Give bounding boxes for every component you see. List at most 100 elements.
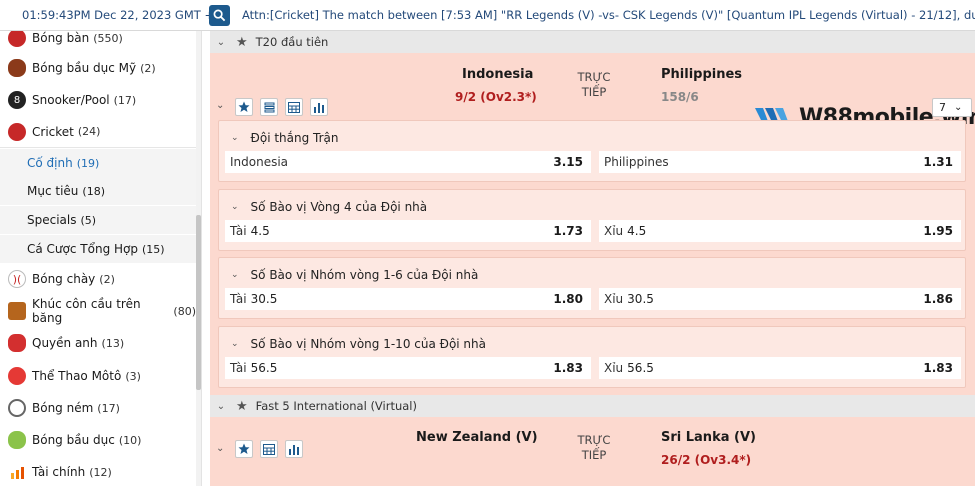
sidebar-subitem-target[interactable]: Mục tiêu (18): [0, 177, 196, 205]
sidebar-item-boxing[interactable]: Quyền anh (13): [0, 327, 196, 359]
sidebar-item-american-football[interactable]: Bóng bầu dục Mỹ (2): [0, 52, 196, 84]
odds-cell-right[interactable]: Xỉu 30.5 1.86: [599, 288, 961, 310]
odds-cell-left[interactable]: Tài 56.5 1.83: [225, 357, 591, 379]
search-icon: [213, 9, 226, 21]
odds-label: Tài: [230, 224, 247, 238]
away-team: Philippines: [661, 67, 743, 82]
sidebar-item-baseball[interactable]: )( Bóng chày (2): [0, 263, 196, 295]
finance-icon: [8, 463, 26, 481]
market-title-text: Số Bào vị Vòng 4 của Đội nhà: [250, 200, 428, 214]
chevron-down-icon[interactable]: ⌄: [210, 401, 232, 412]
market-block: ⌄ Số Bào vị Nhóm vòng 1-10 của Đội nhà Tà…: [218, 326, 966, 388]
snooker-icon: 8: [8, 91, 26, 109]
live-label-line: TIẾP: [581, 448, 607, 462]
sidebar-subitem-specials[interactable]: Specials (5): [0, 206, 196, 234]
sidebar-subitem-count: (5): [80, 213, 97, 227]
stats-list-button[interactable]: [260, 98, 278, 116]
sidebar-item-table-tennis[interactable]: Bóng bàn (550): [0, 31, 196, 54]
league-name: Fast 5 International (Virtual): [255, 399, 417, 413]
odds-cell-left[interactable]: Tài 30.5 1.80: [225, 288, 591, 310]
scoreboard-button[interactable]: [285, 98, 303, 116]
scoreboard-button[interactable]: [260, 440, 278, 458]
calendar-icon: [263, 443, 275, 455]
sidebar-item-motorsport[interactable]: Thể Thao Môtô (3): [0, 360, 196, 392]
away-score: 26/2 (Ov3.4*): [661, 453, 752, 467]
market-title[interactable]: ⌄ Số Bào vị Vòng 4 của Đội nhà: [219, 196, 965, 218]
star-icon[interactable]: ★: [236, 399, 248, 414]
chevron-down-icon: ⌄: [954, 102, 963, 113]
market-block: ⌄ Số Bào vị Vòng 4 của Đội nhà Tài 4.5 1.73…: [218, 189, 966, 251]
announcement-ticker[interactable]: Attn:[Cricket] The match between [7:53 A…: [242, 8, 975, 22]
market-title[interactable]: ⌄ Số Bào vị Nhóm vòng 1-6 của Đội nhà: [219, 264, 965, 286]
baseball-icon: )(: [8, 270, 26, 288]
sidebar-subitem-combo[interactable]: Cá Cược Tổng Hợp (15): [0, 235, 196, 263]
odds-line: 4.5: [627, 224, 647, 238]
odds-value: 1.86: [923, 292, 953, 306]
sidebar-item-snooker[interactable]: 8 Snooker/Pool (17): [0, 84, 196, 116]
odds-row: Tài 30.5 1.80 Xỉu 30.5 1.86: [219, 288, 965, 310]
live-label-line: TRỰC: [577, 70, 611, 84]
odds-cell-right[interactable]: Xỉu 4.5 1.95: [599, 220, 961, 242]
chevron-down-icon: ⌄: [231, 270, 239, 280]
match-card: ⌄ New Zealand (V) TRỰC TIẾP Sri Lanka (V…: [210, 417, 975, 486]
sidebar-item-rugby[interactable]: Bóng bầu dục (10): [0, 424, 196, 456]
market-title-text: Số Bào vị Nhóm vòng 1-6 của Đội nhà: [250, 268, 479, 282]
sidebar-item-label: Bóng bàn: [32, 31, 90, 45]
sidebar-item-count: (2): [99, 272, 115, 286]
sidebar-item-label: Bóng ném: [32, 401, 94, 415]
league-header[interactable]: ⌄ ★ T20 đầu tiên: [210, 31, 975, 53]
odds-line: 30.5: [250, 292, 278, 306]
sidebar-scrollbar-thumb[interactable]: [196, 215, 201, 390]
sidebar-subitem-fixed[interactable]: Cố định (19): [0, 149, 196, 177]
sidebar-item-count: (2): [140, 61, 156, 75]
odds-label: Xỉu: [604, 224, 624, 238]
odds-row: Tài 56.5 1.83 Xỉu 56.5 1.83: [219, 357, 965, 379]
star-icon[interactable]: ★: [236, 35, 248, 50]
statistics-button[interactable]: [285, 440, 303, 458]
home-score: 9/2 (Ov2.3*): [455, 90, 537, 104]
odds-label: Indonesia: [230, 155, 289, 169]
sidebar-item-label: Cricket: [32, 124, 74, 139]
sidebar-item-count: (80): [173, 304, 196, 318]
sidebar-item-finance[interactable]: Tài chính (12): [0, 456, 196, 486]
more-bets-count: 7: [939, 101, 946, 114]
match-list: ⌄ ★ T20 đầu tiên ⌄ Indonesia 9/2 (Ov2.3*…: [210, 31, 975, 486]
odds-cell-right[interactable]: Xỉu 56.5 1.83: [599, 357, 961, 379]
market-title-text: Đội thắng Trận: [250, 131, 339, 145]
table-tennis-icon: [8, 31, 26, 47]
sidebar-item-cricket[interactable]: Cricket (24): [0, 116, 196, 148]
match-card: ⌄ Indonesia 9/2 (Ov2.3*) TRỰC TIẾP Phili…: [210, 53, 975, 403]
chevron-down-icon[interactable]: ⌄: [216, 443, 224, 454]
favorite-button[interactable]: [235, 440, 253, 458]
sports-sidebar: Bóng bàn (550) Bóng bầu dục Mỹ (2) 8 Snook…: [0, 31, 202, 486]
sidebar-item-handball[interactable]: Bóng ném (17): [0, 392, 196, 424]
sidebar-item-count: (13): [101, 336, 125, 350]
market-title-text: Số Bào vị Nhóm vòng 1-10 của Đội nhà: [250, 337, 486, 351]
american-football-icon: [8, 59, 26, 77]
search-button[interactable]: [209, 4, 230, 26]
live-label: TRỰC TIẾP: [572, 70, 616, 100]
sidebar-item-count: (24): [77, 125, 101, 138]
favorite-button[interactable]: [235, 98, 253, 116]
market-title[interactable]: ⌄ Số Bào vị Nhóm vòng 1-10 của Đội nhà: [219, 333, 965, 355]
sidebar-item-ice-hockey[interactable]: Khúc côn cầu trên băng (80): [0, 295, 196, 327]
odds-label: Tài: [230, 361, 247, 375]
league-header[interactable]: ⌄ ★ Fast 5 International (Virtual): [210, 395, 975, 417]
odds-value: 3.15: [553, 155, 583, 169]
market-title[interactable]: ⌄ Đội thắng Trận: [219, 127, 965, 149]
odds-line: 56.5: [250, 361, 278, 375]
live-label-line: TRỰC: [577, 433, 611, 447]
odds-cell-right[interactable]: Philippines 1.31: [599, 151, 961, 173]
odds-label: Xỉu: [604, 361, 624, 375]
sidebar-subitem-label: Specials: [27, 213, 77, 227]
chevron-down-icon[interactable]: ⌄: [210, 37, 232, 48]
chevron-down-icon[interactable]: ⌄: [216, 100, 224, 111]
statistics-button[interactable]: [310, 98, 328, 116]
sidebar-subitem-label: Cá Cược Tổng Hợp: [27, 242, 138, 256]
chevron-down-icon: ⌄: [231, 202, 239, 212]
odds-cell-left[interactable]: Tài 4.5 1.73: [225, 220, 591, 242]
more-bets-dropdown[interactable]: 7 ⌄: [932, 98, 972, 117]
odds-cell-left[interactable]: Indonesia 3.15: [225, 151, 591, 173]
star-icon: [238, 101, 250, 112]
motorsport-icon: [8, 367, 26, 385]
